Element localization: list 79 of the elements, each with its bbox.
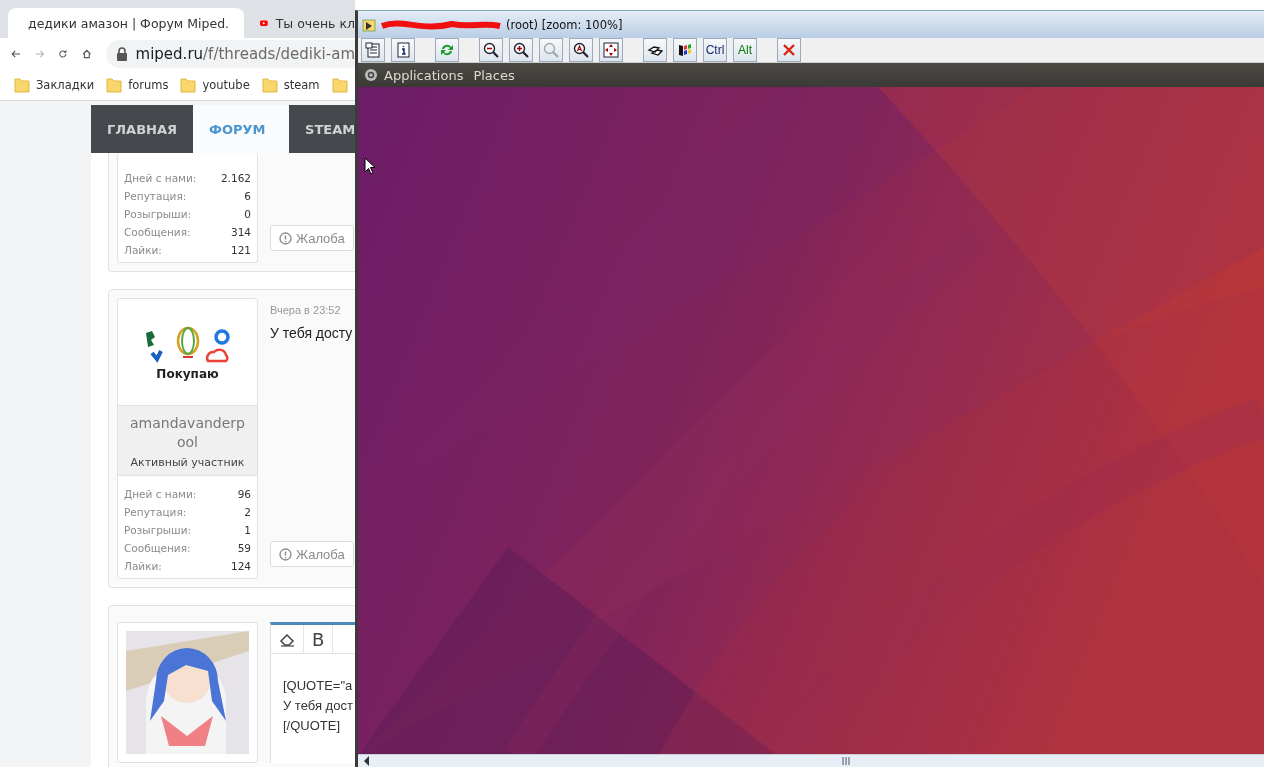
grip-icon — [842, 756, 850, 766]
toolbar-button[interactable] — [509, 38, 533, 62]
stat-label: Лайки: — [124, 560, 162, 572]
left-arrow-icon — [362, 755, 372, 767]
stat-label: Репутация: — [124, 506, 187, 518]
logo-icon — [364, 68, 378, 82]
browser-tab[interactable]: дедики амазон | Форум Miped. — [8, 8, 244, 38]
applications-menu[interactable]: Applications — [364, 67, 464, 83]
folder-icon — [14, 77, 30, 93]
horizontal-scrollbar[interactable] — [358, 754, 1264, 767]
stat-label: Розыгрыши: — [124, 524, 192, 536]
panel-menu[interactable]: Places — [473, 67, 515, 83]
stat-value: 96 — [237, 488, 251, 500]
close-icon — [781, 42, 797, 58]
stat-value: 59 — [237, 542, 251, 554]
stat-value: 1 — [244, 524, 251, 536]
stat-label: Дней с нами: — [124, 172, 197, 184]
stat-label: Сообщения: — [124, 226, 191, 238]
folder-icon — [106, 77, 123, 93]
app-icon — [362, 17, 376, 32]
folder-icon — [331, 77, 348, 93]
report-button[interactable]: Жалоба — [270, 541, 354, 567]
report-button[interactable]: Жалоба — [270, 225, 354, 251]
toolbar-button[interactable] — [391, 38, 415, 62]
username[interactable]: amandavanderpool — [126, 414, 249, 452]
editor-line: [QUOTE="a — [283, 677, 354, 695]
address-bar[interactable]: miped.ru/f/threads/dediki-am — [105, 40, 355, 68]
toolbar-button[interactable]: Ctrl — [703, 38, 727, 62]
nav-tab[interactable]: STEAM — [289, 105, 355, 153]
text-editor[interactable]: B [QUOTE="a У тебя дост [/QUOTE] — [270, 622, 355, 763]
document-icon — [365, 42, 381, 58]
toolbar-button[interactable] — [569, 38, 593, 62]
toolbar-button[interactable] — [361, 38, 385, 62]
nav-tab[interactable]: ГЛАВНАЯ — [91, 105, 193, 153]
magnifier-icon — [543, 42, 559, 58]
magnifier-icon — [573, 42, 589, 58]
lock-icon — [115, 47, 128, 61]
stat-label: Лайки: — [124, 244, 162, 256]
stat-label: Репутация: — [124, 190, 187, 202]
bookmark[interactable]: steam — [261, 77, 320, 93]
zoom-out-icon — [483, 42, 499, 58]
stat-label: Дней с нами: — [124, 488, 197, 500]
zoom-in-icon — [513, 42, 529, 58]
alert-icon — [279, 231, 292, 245]
bookmark[interactable]: Закладки — [14, 77, 95, 93]
post-text: У тебя досту — [270, 325, 354, 341]
stat-value: 124 — [230, 560, 251, 572]
post-date: Вчера в 23:52 — [270, 304, 342, 316]
stat-value: 2.162 — [220, 172, 251, 184]
user-role: Активный участник — [129, 456, 246, 469]
flag-icon — [677, 42, 693, 58]
avatar-caption: Покупаю — [156, 367, 219, 381]
bookmark[interactable]: forums — [106, 77, 169, 93]
folder-icon — [261, 77, 278, 93]
editor-line: У тебя дост — [283, 697, 354, 715]
cursor-icon — [364, 157, 376, 175]
stat-label: Сообщения: — [124, 542, 191, 554]
refresh-icon — [439, 42, 455, 58]
toolbar-button[interactable] — [673, 38, 697, 62]
eraser-icon — [279, 631, 295, 647]
stat-value: 0 — [244, 208, 251, 220]
toolbar-button[interactable] — [479, 38, 503, 62]
bold-button[interactable]: B — [304, 625, 334, 653]
alert-icon — [279, 547, 292, 561]
browser-tab[interactable]: Ты очень кл — [248, 8, 355, 38]
toolbar-button[interactable] — [643, 38, 667, 62]
info-icon — [395, 42, 411, 58]
stat-value: 121 — [230, 244, 251, 256]
arrows-icon — [603, 42, 619, 58]
toolbar-button[interactable] — [599, 38, 623, 62]
editor-line: [/QUOTE] — [283, 717, 342, 735]
stat-value: 314 — [230, 226, 251, 238]
bookmark[interactable]: youtube — [180, 77, 250, 93]
stat-value: 2 — [244, 506, 251, 518]
folder-icon — [180, 77, 197, 93]
stat-label: Розыгрыши: — [124, 208, 192, 220]
toolbar-button[interactable]: Alt — [733, 38, 757, 62]
stat-value: 6 — [244, 190, 251, 202]
window-title: (root) [zoom: 100%] — [506, 17, 623, 32]
